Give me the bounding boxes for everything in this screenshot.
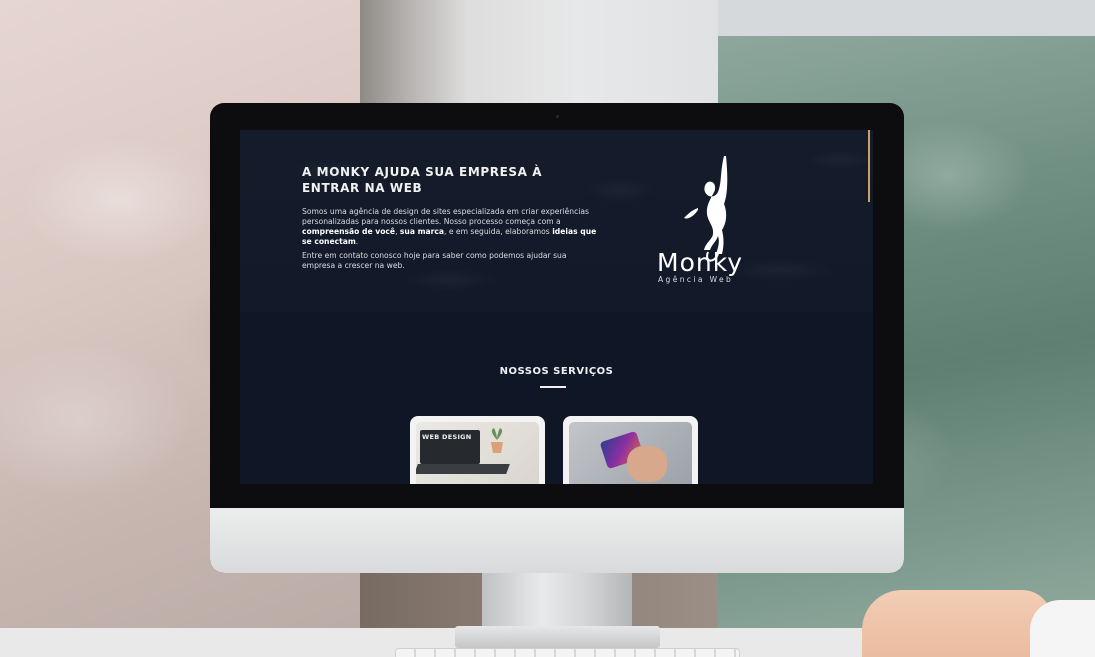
hand-holding-phone — [627, 446, 667, 482]
text-segment: Somos uma agência de design de sites esp… — [302, 207, 589, 226]
text-segment: , e em seguida, elaboramos — [444, 227, 553, 236]
monitor-stand — [482, 570, 632, 632]
keyboard — [395, 648, 740, 657]
text-segment: . — [355, 237, 359, 246]
laptop-screen: WEB DESIGN — [420, 430, 480, 464]
logo-name: Monky — [657, 248, 744, 277]
hero-title: A MONKY AJUDA SUA EMPRESA À ENTRAR NA WE… — [302, 165, 543, 195]
hero-paragraph-1: Somos uma agência de design de sites esp… — [302, 207, 602, 247]
services-underline — [540, 386, 566, 388]
hero-text: Somos uma agência de design de sites esp… — [302, 207, 602, 275]
website-screen: A MONKY AJUDA SUA EMPRESA À ENTRAR NA WE… — [240, 130, 873, 484]
sleeve — [1030, 600, 1095, 657]
plant-icon — [491, 428, 503, 453]
accent-line — [868, 130, 870, 202]
wall-right-top — [718, 0, 1095, 36]
laptop-image: WEB DESIGN — [416, 422, 539, 484]
camera-icon — [556, 115, 559, 118]
service-card-web-design[interactable]: WEB DESIGN — [410, 416, 545, 484]
laptop-label: WEB DESIGN — [422, 433, 472, 441]
service-card-mobile[interactable] — [563, 416, 698, 484]
smartphone-image — [569, 422, 692, 484]
bold-segment: compreensão de você — [302, 227, 396, 236]
laptop-keyboard — [416, 464, 510, 474]
logo-tagline: Agência Web — [658, 275, 734, 284]
hero-paragraph-2: Entre em contato conosco hoje para saber… — [302, 251, 567, 270]
monitor-chin — [210, 508, 904, 573]
services-title: NOSSOS SERVIÇOS — [499, 366, 614, 377]
hero-section: A MONKY AJUDA SUA EMPRESA À ENTRAR NA WE… — [240, 130, 873, 312]
monitor-foot — [455, 626, 660, 648]
bold-segment: sua marca — [399, 227, 445, 236]
hand — [862, 590, 1052, 657]
